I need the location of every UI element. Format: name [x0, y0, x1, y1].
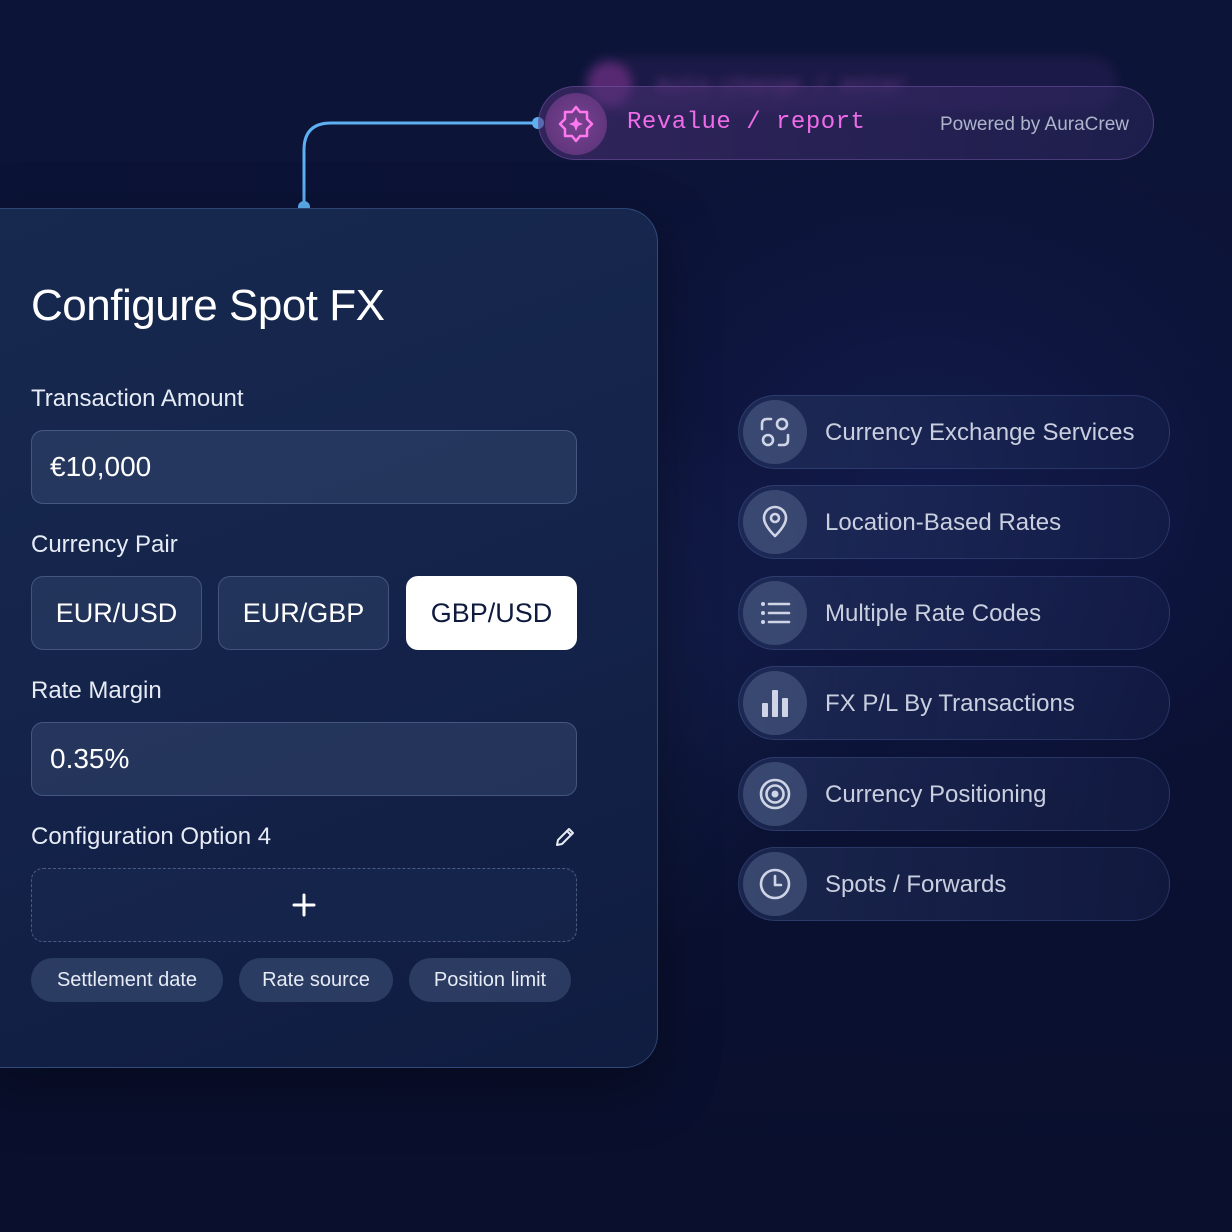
rate-margin-input[interactable]: 0.35%	[31, 722, 577, 796]
rate-margin-label: Rate Margin	[31, 677, 162, 704]
list-icon	[743, 581, 807, 645]
clock-icon	[743, 852, 807, 916]
location-pin-icon	[743, 490, 807, 554]
exchange-icon	[743, 400, 807, 464]
pair-button-gbp-usd[interactable]: GBP/USD	[406, 576, 577, 650]
feature-location-rates[interactable]: Location-Based Rates	[738, 485, 1170, 559]
target-icon	[743, 762, 807, 826]
currency-pair-label: Currency Pair	[31, 531, 178, 558]
feature-label: Currency Positioning	[825, 781, 1047, 808]
plus-icon	[292, 893, 316, 917]
feature-label: Multiple Rate Codes	[825, 600, 1042, 627]
card-title: Configure Spot FX	[31, 281, 385, 330]
feature-label: Currency Exchange Services	[825, 419, 1135, 446]
powered-by-text: Powered by AuraCrew	[939, 114, 1129, 135]
feature-label: Location-Based Rates	[825, 509, 1062, 536]
chip-settlement-date[interactable]: Settlement date	[31, 958, 223, 1002]
amount-label: Transaction Amount	[31, 385, 244, 412]
pair-button-eur-gbp[interactable]: EUR/GBP	[218, 576, 389, 650]
feature-label: FX P/L By Transactions	[825, 690, 1075, 717]
agent-label: Revalue / report	[627, 109, 866, 136]
feature-currency-positioning[interactable]: Currency Positioning	[738, 757, 1170, 831]
amount-input[interactable]: €10,000	[31, 430, 577, 504]
feature-rate-codes[interactable]: Multiple Rate Codes	[738, 576, 1170, 650]
config-option-label: Configuration Option 4	[31, 823, 272, 850]
pencil-icon[interactable]	[553, 825, 577, 849]
feature-currency-exchange[interactable]: Currency Exchange Services	[738, 395, 1170, 469]
feature-spots-forwards[interactable]: Spots / Forwards	[738, 847, 1170, 921]
chip-rate-source[interactable]: Rate source	[239, 958, 393, 1002]
feature-label: Spots / Forwards	[825, 871, 1007, 898]
agent-pill[interactable]: Revalue / report Powered by AuraCrew	[538, 86, 1154, 160]
feature-fx-pl[interactable]: FX P/L By Transactions	[738, 666, 1170, 740]
bar-chart-icon	[743, 671, 807, 735]
chip-position-limit[interactable]: Position limit	[409, 958, 571, 1002]
pair-button-eur-usd[interactable]: EUR/USD	[31, 576, 202, 650]
spot-fx-card: Configure Spot FX Transaction Amount €10…	[0, 208, 658, 1068]
add-option-button[interactable]	[31, 868, 577, 942]
sparkle-icon	[545, 93, 607, 155]
